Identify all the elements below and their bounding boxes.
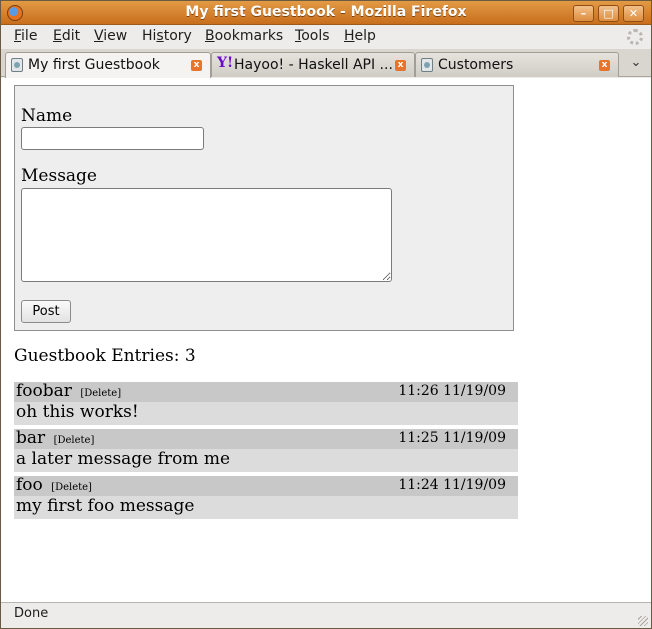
message-textarea[interactable] [21,188,392,282]
window-title: My first Guestbook - Mozilla Firefox [185,4,467,20]
guestbook-entry: foo [Delete] 11:24 11/19/09 my first foo… [14,475,518,519]
tab-list-chevron-icon[interactable]: ⌄ [627,55,645,71]
status-text: Done [14,606,49,621]
tab-my-first-guestbook[interactable]: My first Guestbook x [5,52,211,78]
menu-bar: File Edit View History Bookmarks Tools H… [1,25,651,49]
entry-author-wrap: bar [Delete] [16,428,94,448]
message-label: Message [21,166,97,186]
entries-heading: Guestbook Entries: 3 [14,346,196,366]
guestbook-entry: bar [Delete] 11:25 11/19/09 a later mess… [14,428,518,472]
entry-timestamp: 11:25 11/19/09 [398,430,506,446]
entry-header: foobar [Delete] 11:26 11/19/09 [14,381,518,402]
guestbook-form: Name Message Post [14,85,514,331]
entry-author-wrap: foobar [Delete] [16,381,121,401]
menu-history[interactable]: History [142,28,192,44]
yahoo-icon: Y! [217,55,234,71]
delete-link[interactable]: [Delete] [51,482,92,493]
menu-bookmarks[interactable]: Bookmarks [205,28,283,44]
tab-label: My first Guestbook [28,57,160,73]
menu-help[interactable]: Help [344,28,376,44]
tab-close-icon[interactable]: x [191,60,202,71]
browser-window: My first Guestbook - Mozilla Firefox – □… [0,0,652,629]
name-label: Name [21,106,73,126]
entry-author: foo [16,475,43,495]
page-icon [421,58,433,72]
tab-label: Customers [438,57,514,73]
menu-edit[interactable]: Edit [53,28,80,44]
entry-header: bar [Delete] 11:25 11/19/09 [14,428,518,449]
page-icon [11,58,23,72]
tab-label: Hayoo! - Haskell API ... [234,57,392,73]
entry-author: foobar [16,381,72,401]
entry-message: oh this works! [16,402,139,422]
delete-link[interactable]: [Delete] [54,435,95,446]
name-input[interactable] [21,127,204,150]
status-bar: Done [1,602,651,628]
post-button[interactable]: Post [21,300,71,323]
tab-hayoo[interactable]: Y! Hayoo! - Haskell API ... x [211,52,415,77]
resize-grip-icon[interactable] [638,616,648,626]
tab-close-icon[interactable]: x [599,60,610,71]
entry-author-wrap: foo [Delete] [16,475,92,495]
close-button[interactable]: ✕ [623,5,644,22]
page-content: Name Message Post Guestbook Entries: 3 f… [1,78,651,602]
tab-bar: My first Guestbook x Y! Hayoo! - Haskell… [1,49,651,78]
menu-view[interactable]: View [94,28,127,44]
entry-message: a later message from me [16,449,231,469]
menu-tools[interactable]: Tools [295,28,330,44]
entry-timestamp: 11:26 11/19/09 [398,383,506,399]
entry-author: bar [16,428,46,448]
maximize-button[interactable]: □ [598,5,619,22]
title-bar[interactable]: My first Guestbook - Mozilla Firefox – □… [1,1,651,25]
entry-timestamp: 11:24 11/19/09 [398,477,506,493]
throbber-icon [627,29,643,45]
tab-close-icon[interactable]: x [395,60,406,71]
menu-file[interactable]: File [14,28,37,44]
delete-link[interactable]: [Delete] [80,388,121,399]
guestbook-entry: foobar [Delete] 11:26 11/19/09 oh this w… [14,381,518,425]
entry-header: foo [Delete] 11:24 11/19/09 [14,475,518,496]
tab-customers[interactable]: Customers x [415,52,619,77]
entry-message: my first foo message [16,496,195,516]
minimize-button[interactable]: – [573,5,594,22]
